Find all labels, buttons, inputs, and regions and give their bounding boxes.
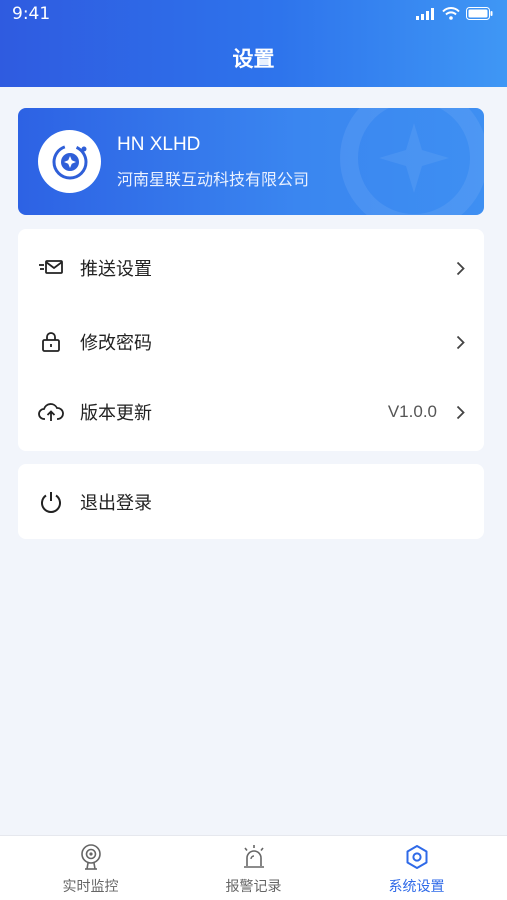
menu-item-label: 推送设置 (80, 259, 152, 280)
menu-item-push-settings[interactable]: 推送设置 (18, 248, 484, 288)
version-value: V1.0.0 (387, 402, 437, 421)
camera-icon (78, 844, 104, 870)
tab-bar: 实时监控 报警记录 系统设置 (0, 835, 507, 900)
logout-card: 退出登录 (18, 464, 484, 539)
tab-alarm-records[interactable]: 报警记录 (169, 836, 338, 900)
profile-card[interactable]: HN XLHD 河南星联互动科技有限公司 (18, 108, 484, 215)
cloud-upload-icon (38, 399, 64, 425)
chevron-right-icon (453, 402, 467, 422)
signal-icon (416, 7, 434, 20)
battery-icon (466, 7, 493, 20)
lock-icon (38, 329, 64, 355)
logout-button[interactable]: 退出登录 (18, 482, 484, 522)
menu-item-label: 修改密码 (80, 333, 152, 354)
mail-send-icon (38, 255, 64, 281)
header: 9:41 设置 (0, 0, 507, 87)
user-name: HN XLHD (117, 134, 201, 155)
chevron-right-icon (453, 332, 467, 352)
tab-label: 实时监控 (62, 879, 119, 895)
settings-hex-icon (404, 844, 430, 870)
alarm-icon (241, 844, 267, 870)
menu-item-label: 版本更新 (80, 403, 152, 424)
wifi-icon (442, 7, 460, 20)
avatar (38, 130, 101, 193)
settings-menu-card: 推送设置 修改密码 版本更新 V1.0.0 (18, 229, 484, 451)
page-title: 设置 (232, 47, 275, 71)
menu-item-version-update[interactable]: 版本更新 V1.0.0 (18, 392, 484, 432)
status-time: 9:41 (12, 4, 51, 24)
status-icons (416, 7, 493, 20)
power-icon (38, 489, 64, 515)
tab-label: 系统设置 (388, 879, 445, 895)
company-logo-icon (52, 144, 87, 179)
logo-watermark-icon (340, 108, 484, 215)
tab-realtime-monitor[interactable]: 实时监控 (6, 836, 175, 900)
menu-item-change-password[interactable]: 修改密码 (18, 322, 484, 362)
logout-label: 退出登录 (80, 493, 152, 514)
status-bar: 9:41 (0, 0, 507, 30)
chevron-right-icon (453, 258, 467, 278)
tab-label: 报警记录 (225, 879, 282, 895)
tab-system-settings[interactable]: 系统设置 (332, 836, 501, 900)
company-name: 河南星联互动科技有限公司 (117, 170, 310, 189)
